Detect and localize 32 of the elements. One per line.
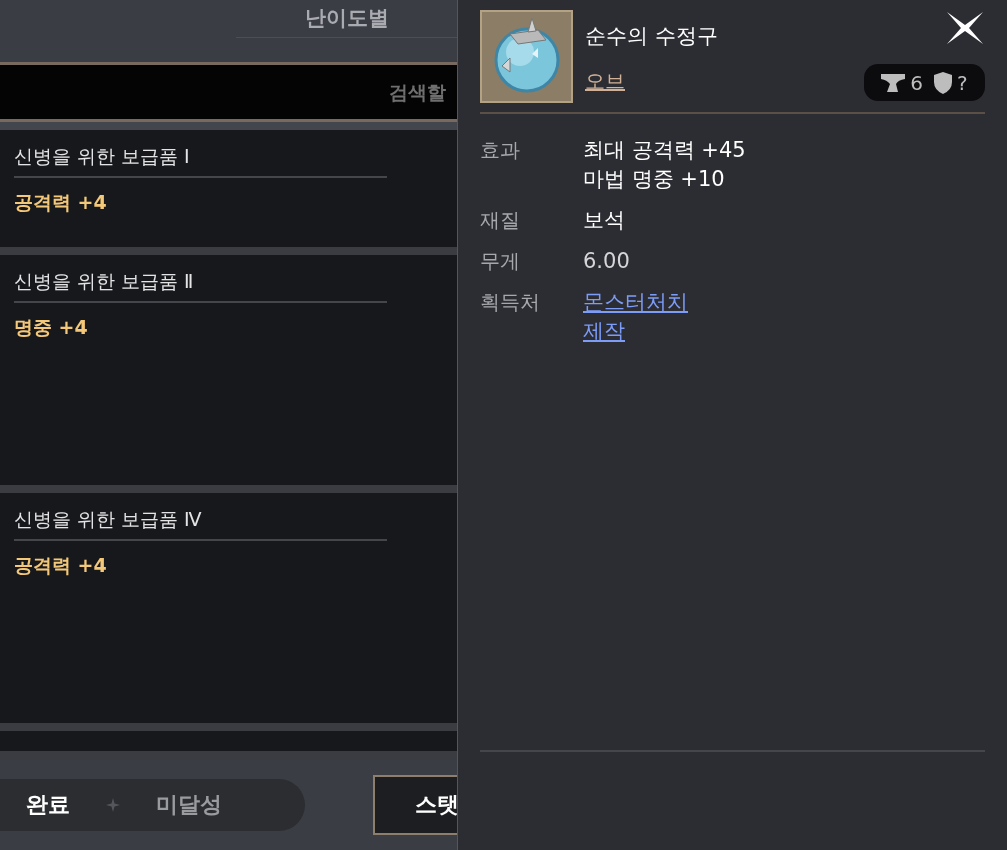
quest-title: 신병을 위한 보급품 Ⅱ bbox=[14, 269, 387, 303]
attribute-label: 효과 bbox=[480, 137, 521, 164]
attribute-label: 재질 bbox=[480, 207, 521, 234]
difficulty-tab[interactable]: 난이도별 bbox=[292, 0, 401, 36]
defense-value: ? bbox=[957, 70, 968, 95]
quest-reward: 공격력 +4 bbox=[14, 553, 108, 578]
quest-card[interactable]: 신병을 위한 보급품 Ⅱ 명중 +4 bbox=[0, 255, 457, 485]
source-link[interactable]: 몬스터처치 bbox=[583, 288, 688, 317]
anvil-icon bbox=[881, 72, 906, 93]
item-type-link[interactable]: 오브 bbox=[585, 69, 625, 93]
search-field[interactable]: 검색할 bbox=[387, 80, 457, 104]
quest-title: 신병을 위한 보급품 Ⅰ bbox=[14, 144, 387, 178]
enhance-level: 6 bbox=[910, 70, 924, 95]
quest-card[interactable]: 신병을 위한 보급품 Ⅳ 공격력 +4 bbox=[0, 493, 457, 723]
attribute-value: 마법 명중 +10 bbox=[583, 166, 726, 193]
quest-reward: 명중 +4 bbox=[14, 315, 89, 340]
source-link[interactable]: 제작 bbox=[583, 317, 625, 346]
item-name: 순수의 수정구 bbox=[585, 23, 718, 50]
filter-option[interactable]: 완료 bbox=[26, 790, 70, 820]
quest-reward: 공격력 +4 bbox=[14, 190, 108, 215]
attribute-value: 최대 공격력 +45 bbox=[583, 137, 747, 164]
stat-search-button[interactable]: 스탯 bbox=[373, 775, 457, 835]
shield-icon bbox=[934, 71, 953, 94]
attribute-label: 무게 bbox=[480, 248, 521, 275]
close-button[interactable] bbox=[945, 10, 985, 46]
attribute-label: 획득처 bbox=[480, 289, 541, 316]
attribute-value: 보석 bbox=[583, 207, 626, 234]
quest-card[interactable]: 신병을 위한 보급품 Ⅰ 공격력 +4 bbox=[0, 130, 457, 247]
attribute-value: 6.00 bbox=[583, 248, 631, 275]
filter-option[interactable]: 미달성 bbox=[156, 790, 222, 820]
sparkle-icon bbox=[106, 798, 120, 812]
quest-title: 신병을 위한 보급품 Ⅳ bbox=[14, 507, 387, 541]
